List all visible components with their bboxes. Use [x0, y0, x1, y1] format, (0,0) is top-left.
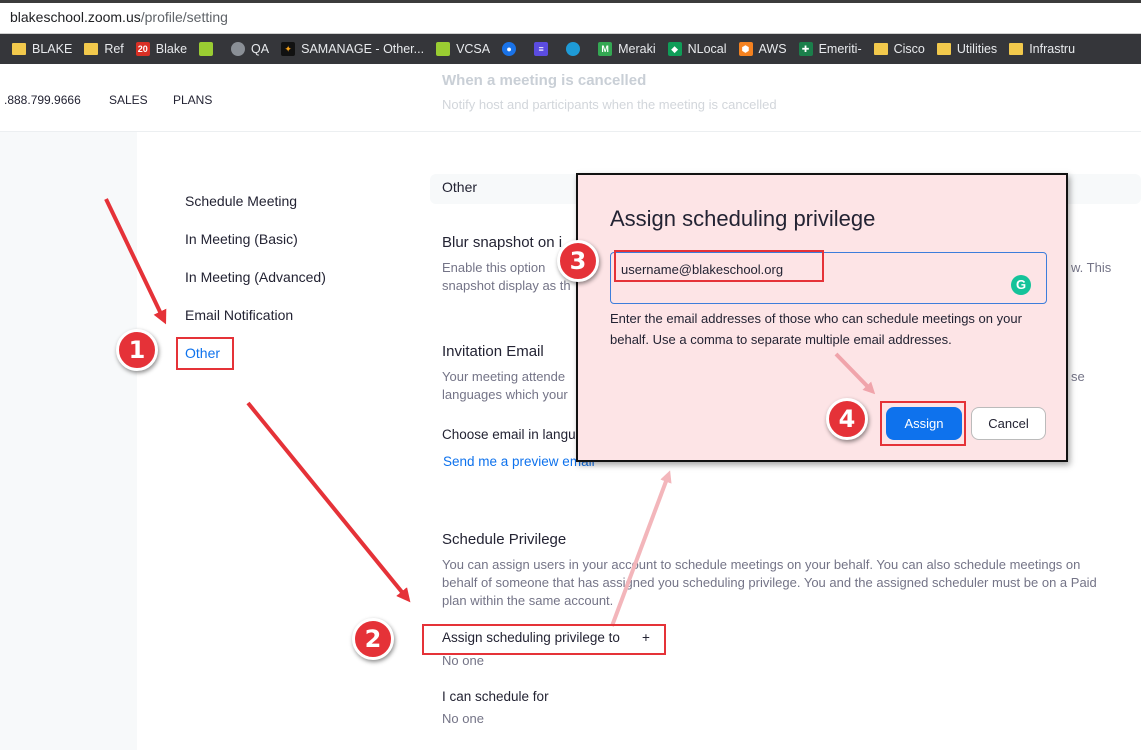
drop-icon — [566, 42, 581, 56]
blur-snapshot-desc-1: Enable this option — [442, 260, 546, 275]
bookmark-label: Meraki — [618, 42, 656, 56]
nav-email-notification[interactable]: Email Notification — [185, 307, 293, 323]
bookmark-item[interactable]: ● — [502, 42, 522, 56]
bookmark-label: Utilities — [956, 42, 998, 56]
arrow-2-to-modal — [610, 470, 672, 627]
aws-icon: ⬢ — [738, 42, 753, 56]
bookmark-item[interactable]: ✦ SAMANAGE - Other... — [281, 42, 424, 56]
nlocal-icon: ◆ — [667, 42, 682, 56]
schedule-privilege-desc-3: plan within the same account. — [442, 593, 614, 608]
folder-icon — [84, 43, 99, 55]
paw-icon — [199, 42, 214, 56]
bookmarks-bar: BLAKE Ref 20 Blake QA ✦ SAMANAGE - Other... VCS… — [0, 34, 1141, 64]
schedule-privilege-title: Schedule Privilege — [442, 531, 567, 548]
bookmark-item[interactable]: QA — [231, 42, 269, 56]
bookmark-item[interactable] — [566, 42, 586, 56]
globe-icon — [231, 42, 246, 56]
arrow-2 — [246, 401, 411, 603]
can-schedule-value: No one — [442, 711, 484, 726]
left-gutter — [0, 132, 137, 750]
bookmark-item[interactable]: ◆ NLocal — [667, 42, 727, 56]
bookmark-item[interactable]: ✚ Emeriti- — [798, 42, 862, 56]
step-4-badge: 4 — [826, 398, 868, 440]
bookmark-item[interactable]: Utilities — [936, 42, 998, 56]
samanage-icon: ✦ — [281, 42, 296, 56]
blur-snapshot-desc-right: w. This — [1071, 260, 1112, 275]
bookmark-item[interactable]: M Meraki — [598, 42, 656, 56]
invitation-email-desc-right: se — [1071, 369, 1085, 384]
bookmark-label: Cisco — [893, 42, 925, 56]
bookmark-item[interactable]: BLAKE — [12, 42, 72, 56]
bookmark-item[interactable]: Ref — [84, 42, 124, 56]
bookmark-label: BLAKE — [32, 42, 73, 56]
faded-setting-title: When a meeting is cancelled — [442, 72, 647, 89]
url-text[interactable]: blakeschool.zoom.us/profile/setting — [10, 9, 228, 25]
bookmark-label: SAMANAGE - Other... — [301, 42, 425, 56]
bookmark-item[interactable] — [199, 42, 219, 56]
assign-privilege-dialog: Assign scheduling privilege username@bla… — [576, 173, 1068, 462]
preview-email-link[interactable]: Send me a preview email — [443, 454, 595, 469]
faded-setting-desc: Notify host and participants when the me… — [442, 97, 777, 112]
section-title: Other — [442, 179, 478, 195]
blur-snapshot-title: Blur snapshot on i — [442, 234, 563, 251]
dialog-help-text: Enter the email addresses of those who c… — [610, 311, 1022, 347]
schedule-privilege-desc-1: You can assign users in your account to … — [442, 557, 1081, 572]
cross-icon: ✚ — [798, 42, 813, 56]
step-3-badge: 3 — [557, 240, 599, 282]
bookmark-label: Infrastru — [1029, 42, 1076, 56]
nav-in-meeting-advanced[interactable]: In Meeting (Advanced) — [185, 269, 326, 285]
nav-in-meeting-basic[interactable]: In Meeting (Basic) — [185, 231, 298, 247]
bookmark-item[interactable]: ⬢ AWS — [738, 42, 787, 56]
bookmark-item[interactable]: VCSA — [436, 42, 490, 56]
invitation-email-title: Invitation Email — [442, 343, 544, 360]
highlight-other-nav — [176, 337, 234, 370]
bookmark-label: AWS — [758, 42, 787, 56]
invitation-email-desc-2: languages which your — [442, 387, 568, 402]
step-1-badge: 1 — [116, 329, 158, 371]
meraki-icon: M — [598, 42, 613, 56]
url-host: blakeschool.zoom.us — [10, 9, 141, 25]
schedule-privilege-desc-2: behalf of someone that has assigned you … — [442, 575, 1097, 590]
folder-icon — [1009, 43, 1024, 55]
bookmark-item[interactable]: 20 Blake — [135, 42, 188, 56]
folder-icon — [936, 43, 951, 55]
list-icon: ≡ — [534, 42, 549, 56]
nav-schedule-meeting[interactable]: Schedule Meeting — [185, 193, 297, 209]
bookmark-item[interactable]: Cisco — [873, 42, 925, 56]
step-2-badge: 2 — [352, 618, 394, 660]
folder-icon — [12, 43, 26, 55]
bookmark-label: VCSA — [456, 42, 491, 56]
highlight-assign-privilege — [422, 624, 666, 655]
person-icon: ● — [502, 42, 517, 56]
phone-number[interactable]: .888.799.9666 — [4, 93, 81, 107]
bookmark-label: QA — [251, 42, 270, 56]
bookmark-label: Ref — [104, 42, 124, 56]
address-bar[interactable]: blakeschool.zoom.us/profile/setting — [0, 0, 1141, 34]
site-header: .888.799.9666 SALES PLANS When a meeting… — [0, 64, 1141, 132]
bookmark-item[interactable]: Infrastru — [1009, 42, 1075, 56]
choose-email-language: Choose email in langu — [442, 427, 576, 442]
highlight-email-input — [614, 250, 824, 282]
calendar-icon: 20 — [135, 42, 150, 56]
can-schedule-label: I can schedule for — [442, 689, 549, 704]
dialog-title: Assign scheduling privilege — [610, 206, 876, 231]
url-path: /profile/setting — [140, 9, 228, 25]
bookmark-label: NLocal — [687, 42, 727, 56]
bookmark-label: Emeriti- — [818, 42, 862, 56]
bookmark-label: Blake — [155, 42, 188, 56]
folder-icon — [873, 43, 888, 55]
bookmark-item[interactable]: ≡ — [534, 42, 554, 56]
grammarly-icon[interactable]: G — [1011, 275, 1031, 295]
sales-link[interactable]: SALES — [109, 93, 148, 107]
invitation-email-desc-1: Your meeting attende — [442, 369, 566, 384]
blur-snapshot-desc-2: snapshot display as th — [442, 278, 571, 293]
highlight-assign-button — [880, 401, 966, 446]
vcsa-icon — [436, 42, 451, 56]
cancel-button[interactable]: Cancel — [971, 407, 1046, 440]
plans-link[interactable]: PLANS — [173, 93, 212, 107]
